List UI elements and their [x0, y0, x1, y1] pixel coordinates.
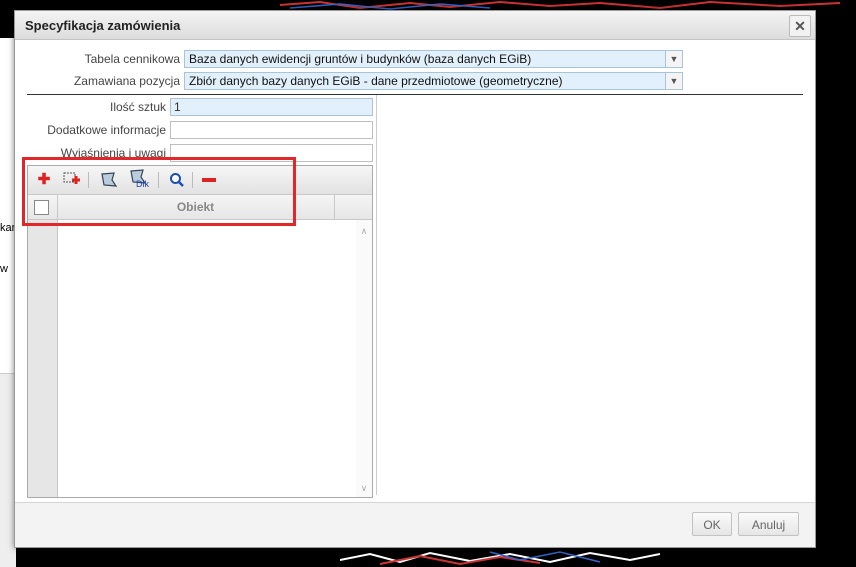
- chevron-down-icon[interactable]: ▼: [665, 73, 682, 89]
- background-text-fragment: kar: [0, 222, 16, 234]
- tabela-value: Baza danych ewidencji gruntów i budynków…: [189, 52, 532, 66]
- pozycja-value: Zbiór danych bazy danych EGiB - dane prz…: [189, 74, 563, 88]
- background-map-lines: [280, 0, 840, 10]
- dodatkowe-label: Dodatkowe informacje: [47, 123, 166, 137]
- scroll-down-icon[interactable]: ∨: [356, 481, 372, 495]
- cancel-button[interactable]: Anuluj: [738, 512, 799, 536]
- dodatkowe-input[interactable]: [170, 121, 373, 139]
- close-icon: ✕: [794, 18, 806, 34]
- ok-button[interactable]: OK: [692, 512, 732, 536]
- background-text-fragment: w: [0, 263, 8, 275]
- dialog-title: Specyfikacja zamówienia: [25, 18, 181, 33]
- column-separator: [334, 195, 335, 219]
- tabela-select[interactable]: Baza danych ewidencji gruntów i budynków…: [184, 50, 683, 68]
- highlight-box: [22, 157, 296, 226]
- ilosc-label: Ilość sztuk: [109, 100, 166, 114]
- scroll-up-icon[interactable]: ∧: [356, 224, 372, 238]
- dialog-header: Specyfikacja zamówienia ✕: [15, 11, 815, 40]
- tabela-label: Tabela cennikowa: [84, 52, 180, 66]
- order-spec-dialog: Specyfikacja zamówienia ✕ Tabela cenniko…: [14, 10, 816, 548]
- ilosc-value: 1: [174, 100, 181, 114]
- row-selector-column: [28, 220, 58, 497]
- pozycja-select[interactable]: Zbiór danych bazy danych EGiB - dane prz…: [184, 72, 683, 90]
- panel-divider: [376, 95, 377, 495]
- grid-scrollbar[interactable]: ∧ ∨: [356, 220, 372, 497]
- divider: [27, 94, 803, 95]
- ilosc-input[interactable]: 1: [170, 98, 373, 116]
- pozycja-label: Zamawiana pozycja: [73, 74, 180, 88]
- dialog-footer: OK Anuluj: [15, 502, 815, 547]
- close-button[interactable]: ✕: [789, 15, 811, 37]
- chevron-down-icon[interactable]: ▼: [665, 51, 682, 67]
- background-map-lines: [340, 551, 660, 566]
